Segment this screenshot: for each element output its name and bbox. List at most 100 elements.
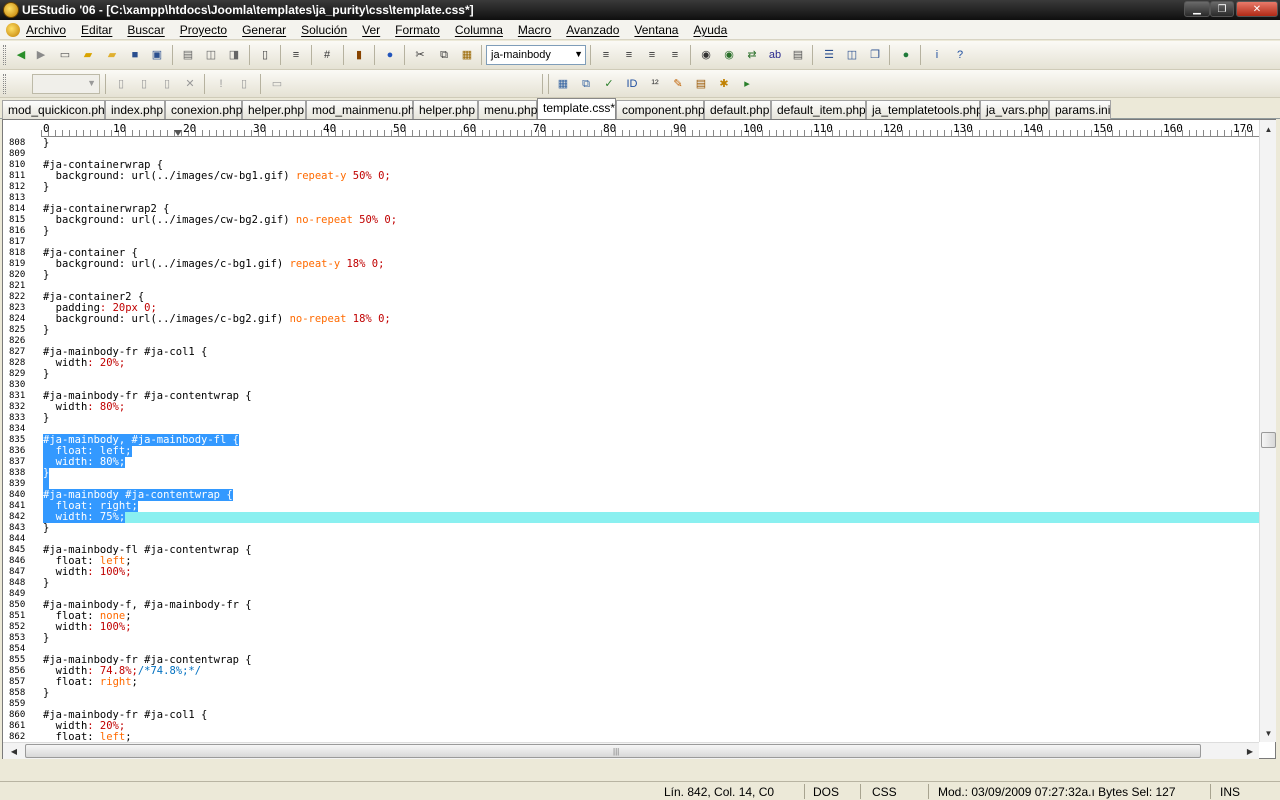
code-line[interactable]: }: [43, 413, 1259, 424]
project-add-icon[interactable]: ▯: [135, 75, 153, 93]
menu-proyecto[interactable]: Proyecto: [180, 23, 227, 37]
toolbar-grip[interactable]: [3, 45, 6, 65]
info-icon[interactable]: i: [928, 46, 946, 64]
maximize-button[interactable]: ❐: [1210, 1, 1234, 17]
project-close-icon[interactable]: ✕: [181, 75, 199, 93]
scroll-up-button[interactable]: ▲: [1261, 122, 1276, 136]
print-icon[interactable]: ▤: [179, 46, 197, 64]
horizontal-scrollbar[interactable]: ◀ ||| ▶: [3, 742, 1259, 759]
chevron-down-icon[interactable]: ▼: [87, 78, 96, 88]
document-icon[interactable]: ▯: [256, 46, 274, 64]
code-line[interactable]: background: url(../images/c-bg1.gif) rep…: [43, 259, 1259, 270]
menu-editar[interactable]: Editar: [81, 23, 112, 37]
document-menu-icon[interactable]: [6, 22, 20, 37]
code-line[interactable]: }: [43, 688, 1259, 699]
code-line[interactable]: #ja-mainbody-fr #ja-contentwrap {: [43, 391, 1259, 402]
app-icon[interactable]: [3, 2, 19, 18]
close-button[interactable]: ✕: [1236, 1, 1278, 17]
paste-icon[interactable]: ▦: [458, 46, 476, 64]
menu-solucion[interactable]: Solución: [301, 23, 347, 37]
hex-icon[interactable]: #: [318, 46, 336, 64]
browser-icon[interactable]: ●: [381, 46, 399, 64]
cut-icon[interactable]: ✂: [411, 46, 429, 64]
macro-icon[interactable]: ✱: [715, 75, 733, 93]
arrow-back-icon[interactable]: ◀: [12, 46, 30, 64]
menu-archivo[interactable]: Archivo: [26, 23, 66, 37]
print-file-icon[interactable]: ▤: [789, 46, 807, 64]
code-line[interactable]: }: [43, 138, 1259, 149]
code-line[interactable]: #ja-mainbody-fr #ja-col1 {: [43, 347, 1259, 358]
code-line[interactable]: [43, 237, 1259, 248]
code-line[interactable]: width: 20%;: [43, 721, 1259, 732]
scroll-down-button[interactable]: ▼: [1261, 726, 1276, 740]
configuration-combo[interactable]: ▼: [32, 74, 100, 94]
copy-icon[interactable]: ⧉: [435, 46, 453, 64]
globe-icon[interactable]: ●: [897, 46, 915, 64]
file-tab[interactable]: conexion.php: [165, 100, 242, 119]
file-tab[interactable]: ja_vars.php: [980, 100, 1049, 119]
numbers-icon[interactable]: ¹²: [646, 75, 664, 93]
script-icon[interactable]: ▤: [692, 75, 710, 93]
code-line[interactable]: #ja-container2 {: [43, 292, 1259, 303]
table-icon[interactable]: ▦: [554, 75, 572, 93]
code-line[interactable]: #ja-mainbody-fr #ja-contentwrap {: [43, 655, 1259, 666]
save-icon[interactable]: ■: [126, 46, 144, 64]
code-line[interactable]: #ja-mainbody-f, #ja-mainbody-fr {: [43, 600, 1259, 611]
file-tab[interactable]: ja_templatetools.php: [866, 100, 983, 119]
code-line[interactable]: width: 75%;: [43, 511, 1259, 523]
output-icon[interactable]: ▭: [268, 75, 286, 93]
code-line[interactable]: [43, 149, 1259, 160]
code-line[interactable]: }: [43, 226, 1259, 237]
vertical-scroll-thumb[interactable]: [1261, 432, 1276, 448]
file-tab[interactable]: menu.php: [478, 100, 537, 119]
cascade-icon[interactable]: ❐: [866, 46, 884, 64]
code-line[interactable]: width: 20%;: [43, 358, 1259, 369]
code-line[interactable]: [43, 193, 1259, 204]
code-line[interactable]: float: left;: [43, 732, 1259, 743]
code-line[interactable]: background: url(../images/c-bg2.gif) no-…: [43, 314, 1259, 325]
file-tab[interactable]: mod_quickicon.php: [2, 100, 111, 119]
code-line[interactable]: width: 100%;: [43, 622, 1259, 633]
id-icon[interactable]: ID: [623, 75, 641, 93]
menu-buscar[interactable]: Buscar: [127, 23, 164, 37]
code-line[interactable]: width: 80%;: [43, 456, 1259, 468]
file-tab[interactable]: helper.php: [413, 100, 478, 119]
code-line[interactable]: width: 74.8%;/*74.8%;*/: [43, 666, 1259, 677]
status-syntax[interactable]: CSS: [872, 785, 897, 799]
scroll-left-button[interactable]: ◀: [7, 745, 21, 758]
compile-icon[interactable]: !: [212, 75, 230, 93]
toolbar-grip[interactable]: [3, 74, 6, 94]
chevron-down-icon[interactable]: ▼: [574, 49, 583, 59]
vertical-scrollbar[interactable]: ▲ ▼: [1259, 120, 1276, 742]
file-tab[interactable]: helper.php: [242, 100, 306, 119]
code-line[interactable]: }: [43, 182, 1259, 193]
code-line[interactable]: float: left;: [43, 556, 1259, 567]
copy-table-icon[interactable]: ⧉: [577, 75, 595, 93]
function-list-combo[interactable]: ja-mainbody ▼: [486, 45, 586, 65]
menu-ventana[interactable]: Ventana: [634, 23, 678, 37]
file-tab[interactable]: default_item.php: [771, 100, 866, 119]
code-line[interactable]: #ja-mainbody-fl #ja-contentwrap {: [43, 545, 1259, 556]
code-line[interactable]: #ja-mainbody-fr #ja-col1 {: [43, 710, 1259, 721]
code-line[interactable]: }: [43, 270, 1259, 281]
replace-icon[interactable]: ⇄: [743, 46, 761, 64]
code-line[interactable]: [43, 336, 1259, 347]
code-line[interactable]: background: url(../images/cw-bg2.gif) no…: [43, 215, 1259, 226]
print-setup-icon[interactable]: ◨: [225, 46, 243, 64]
code-line[interactable]: background: url(../images/cw-bg1.gif) re…: [43, 171, 1259, 182]
open-folder-icon[interactable]: ▰: [103, 46, 121, 64]
align-left-icon[interactable]: ≡: [597, 46, 615, 64]
code-line[interactable]: }: [43, 369, 1259, 380]
scroll-right-button[interactable]: ▶: [1243, 745, 1257, 758]
code-line[interactable]: }: [43, 325, 1259, 336]
menu-formato[interactable]: Formato: [395, 23, 440, 37]
code-line[interactable]: float: none;: [43, 611, 1259, 622]
tools-icon[interactable]: ✎: [669, 75, 687, 93]
wrap-icon[interactable]: ≡: [287, 46, 305, 64]
code-line[interactable]: [43, 281, 1259, 292]
minimize-button[interactable]: ▁: [1184, 1, 1210, 17]
menu-ayuda[interactable]: Ayuda: [693, 23, 727, 37]
code-line[interactable]: #ja-mainbody #ja-contentwrap {: [43, 489, 1259, 501]
status-line-ending[interactable]: DOS: [813, 785, 839, 799]
file-tab[interactable]: template.css*: [537, 98, 616, 119]
